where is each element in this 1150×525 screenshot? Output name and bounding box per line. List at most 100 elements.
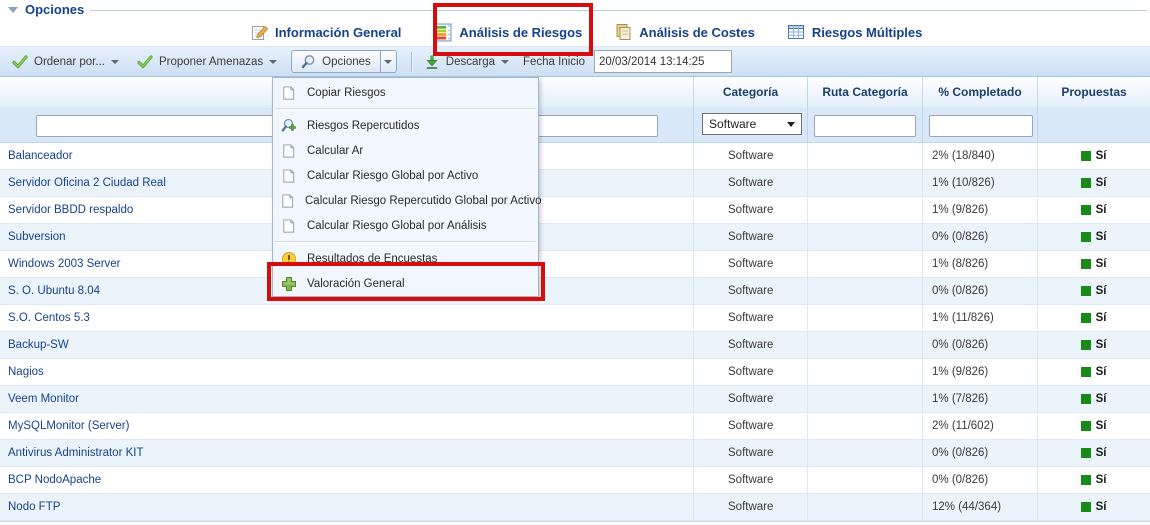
asset-name: S.O. Centos 5.3 (8, 305, 688, 331)
categoria-value: Software (728, 197, 808, 223)
column-divider (1037, 108, 1038, 142)
completado-value: 1% (10/826) (932, 170, 1034, 196)
tab-label: Información General (275, 25, 401, 40)
panel-header-rule (90, 10, 1147, 11)
menu-item-label: Calcular Ar (307, 145, 363, 157)
collapse-triangle-icon[interactable] (8, 7, 18, 13)
tab-label: Riesgos Múltiples (812, 25, 923, 40)
categoria-value: Software (728, 305, 808, 331)
completado-value: 0% (0/826) (932, 467, 1034, 493)
opciones-label: Opciones (322, 56, 371, 68)
categoria-value: Software (728, 386, 808, 412)
green-square-icon (1081, 448, 1091, 458)
column-divider (807, 143, 808, 521)
menu-item-label: Calcular Riesgo Global por Activo (307, 170, 478, 182)
filter-row: Software (0, 108, 1150, 143)
table-row[interactable]: MySQLMonitor (Server) Software 2% (11/60… (0, 413, 1150, 440)
select-arrow-icon (787, 122, 795, 127)
menu-item-calcular-riesgo-repercutido-global-por-activo[interactable]: Calcular Riesgo Repercutido Global por A… (273, 188, 538, 213)
table-row[interactable]: S. O. Ubuntu 8.04 Software 0% (0/826) Sí (0, 278, 1150, 305)
table-row[interactable]: S.O. Centos 5.3 Software 1% (11/826) Sí (0, 305, 1150, 332)
table-row[interactable]: Balanceador Software 2% (18/840) Sí (0, 143, 1150, 170)
propuestas-value: Sí (1096, 467, 1107, 493)
menu-item-label: Calcular Riesgo Global por Análisis (307, 220, 487, 232)
column-divider (807, 108, 808, 142)
menu-item-riesgos-repercutidos[interactable]: Riesgos Repercutidos (273, 113, 538, 138)
propuestas-value: Sí (1096, 305, 1107, 331)
green-square-icon (1081, 367, 1091, 377)
propuestas-cell: Sí (1037, 413, 1150, 439)
page-icon (281, 143, 296, 159)
table-row[interactable]: Windows 2003 Server Software 1% (8/826) … (0, 251, 1150, 278)
propuestas-value: Sí (1096, 359, 1107, 385)
cost-analysis-icon (614, 23, 632, 41)
toolbar-separator (411, 52, 412, 72)
categoria-value: Software (728, 440, 808, 466)
asset-name: Antivirus Administrator KIT (8, 440, 688, 466)
completado-value: 1% (8/826) (932, 251, 1034, 277)
propuestas-cell: Sí (1037, 278, 1150, 304)
filter-ruta-input[interactable] (814, 115, 916, 137)
table-row[interactable]: Servidor Oficina 2 Ciudad Real Software … (0, 170, 1150, 197)
propuestas-value: Sí (1096, 224, 1107, 250)
table-row[interactable]: Servidor BBDD respaldo Software 1% (9/82… (0, 197, 1150, 224)
propuestas-cell: Sí (1037, 197, 1150, 223)
tab-label: Análisis de Costes (639, 25, 755, 40)
magnifier-icon (301, 54, 316, 69)
table-row[interactable]: Nagios Software 1% (9/826) Sí (0, 359, 1150, 386)
categoria-value: Software (728, 143, 808, 169)
propuestas-cell: Sí (1037, 386, 1150, 412)
propuestas-cell: Sí (1037, 359, 1150, 385)
menu-item-calcular-ar[interactable]: Calcular Ar (273, 138, 538, 163)
tab-informacion-general[interactable]: Información General (250, 23, 401, 41)
green-square-icon (1081, 232, 1091, 242)
descarga-label: Descarga (446, 56, 495, 68)
table-row[interactable]: BCP NodoApache Software 0% (0/826) Sí (0, 467, 1150, 494)
ordenar-por-button[interactable]: Ordenar por... (12, 55, 119, 69)
check-icon (137, 55, 153, 69)
propuestas-value: Sí (1096, 440, 1107, 466)
chevron-down-icon (269, 60, 277, 64)
menu-separator (275, 108, 536, 110)
menu-item-copiar-riesgos[interactable]: Copiar Riesgos (273, 80, 538, 105)
propuestas-cell: Sí (1037, 143, 1150, 169)
table-row[interactable]: Veem Monitor Software 1% (7/826) Sí (0, 386, 1150, 413)
page-icon (280, 193, 295, 209)
green-square-icon (1081, 259, 1091, 269)
chevron-down-icon (501, 60, 509, 64)
opciones-button[interactable]: Opciones (291, 50, 381, 73)
multi-risk-grid-icon (787, 23, 805, 41)
tab-riesgos-multiples[interactable]: Riesgos Múltiples (787, 23, 923, 41)
table-row[interactable]: Antivirus Administrator KIT Software 0% … (0, 440, 1150, 467)
filter-categoria-select[interactable]: Software (702, 113, 802, 135)
panel-header: Opciones (8, 2, 84, 17)
opciones-dropdown-arrow[interactable] (381, 50, 397, 73)
column-header-ruta-categoria[interactable]: Ruta Categoría (807, 77, 922, 108)
categoria-value: Software (728, 251, 808, 277)
column-header-completado[interactable]: % Completado (922, 77, 1037, 108)
menu-item-calcular-riesgo-global-por-analisis[interactable]: Calcular Riesgo Global por Análisis (273, 213, 538, 238)
column-header-categoria[interactable]: Categoría (693, 77, 807, 108)
table-row[interactable]: Subversion Software 0% (0/826) Sí (0, 224, 1150, 251)
propuestas-cell: Sí (1037, 494, 1150, 520)
completado-value: 1% (9/826) (932, 197, 1034, 223)
edit-page-icon (250, 23, 268, 41)
green-square-icon (1081, 313, 1091, 323)
filter-completado-input[interactable] (929, 115, 1033, 137)
completado-value: 0% (0/826) (932, 440, 1034, 466)
completado-value: 0% (0/826) (932, 224, 1034, 250)
proponer-amenazas-button[interactable]: Proponer Amenazas (137, 55, 277, 69)
table-row[interactable]: Backup-SW Software 0% (0/826) Sí (0, 332, 1150, 359)
categoria-value: Software (728, 332, 808, 358)
categoria-value: Software (728, 170, 808, 196)
categoria-value: Software (728, 224, 808, 250)
completado-value: 1% (7/826) (932, 386, 1034, 412)
table-row[interactable]: Nodo FTP Software 12% (44/364) Sí (0, 494, 1150, 521)
tab-analisis-de-costes[interactable]: Análisis de Costes (614, 23, 755, 41)
column-divider (693, 108, 694, 142)
column-divider (922, 108, 923, 142)
fecha-inicio-input[interactable] (594, 50, 732, 73)
column-header-propuestas[interactable]: Propuestas (1037, 77, 1150, 108)
menu-item-calcular-riesgo-global-por-activo[interactable]: Calcular Riesgo Global por Activo (273, 163, 538, 188)
red-highlight-analisis-de-riesgos (433, 3, 593, 56)
